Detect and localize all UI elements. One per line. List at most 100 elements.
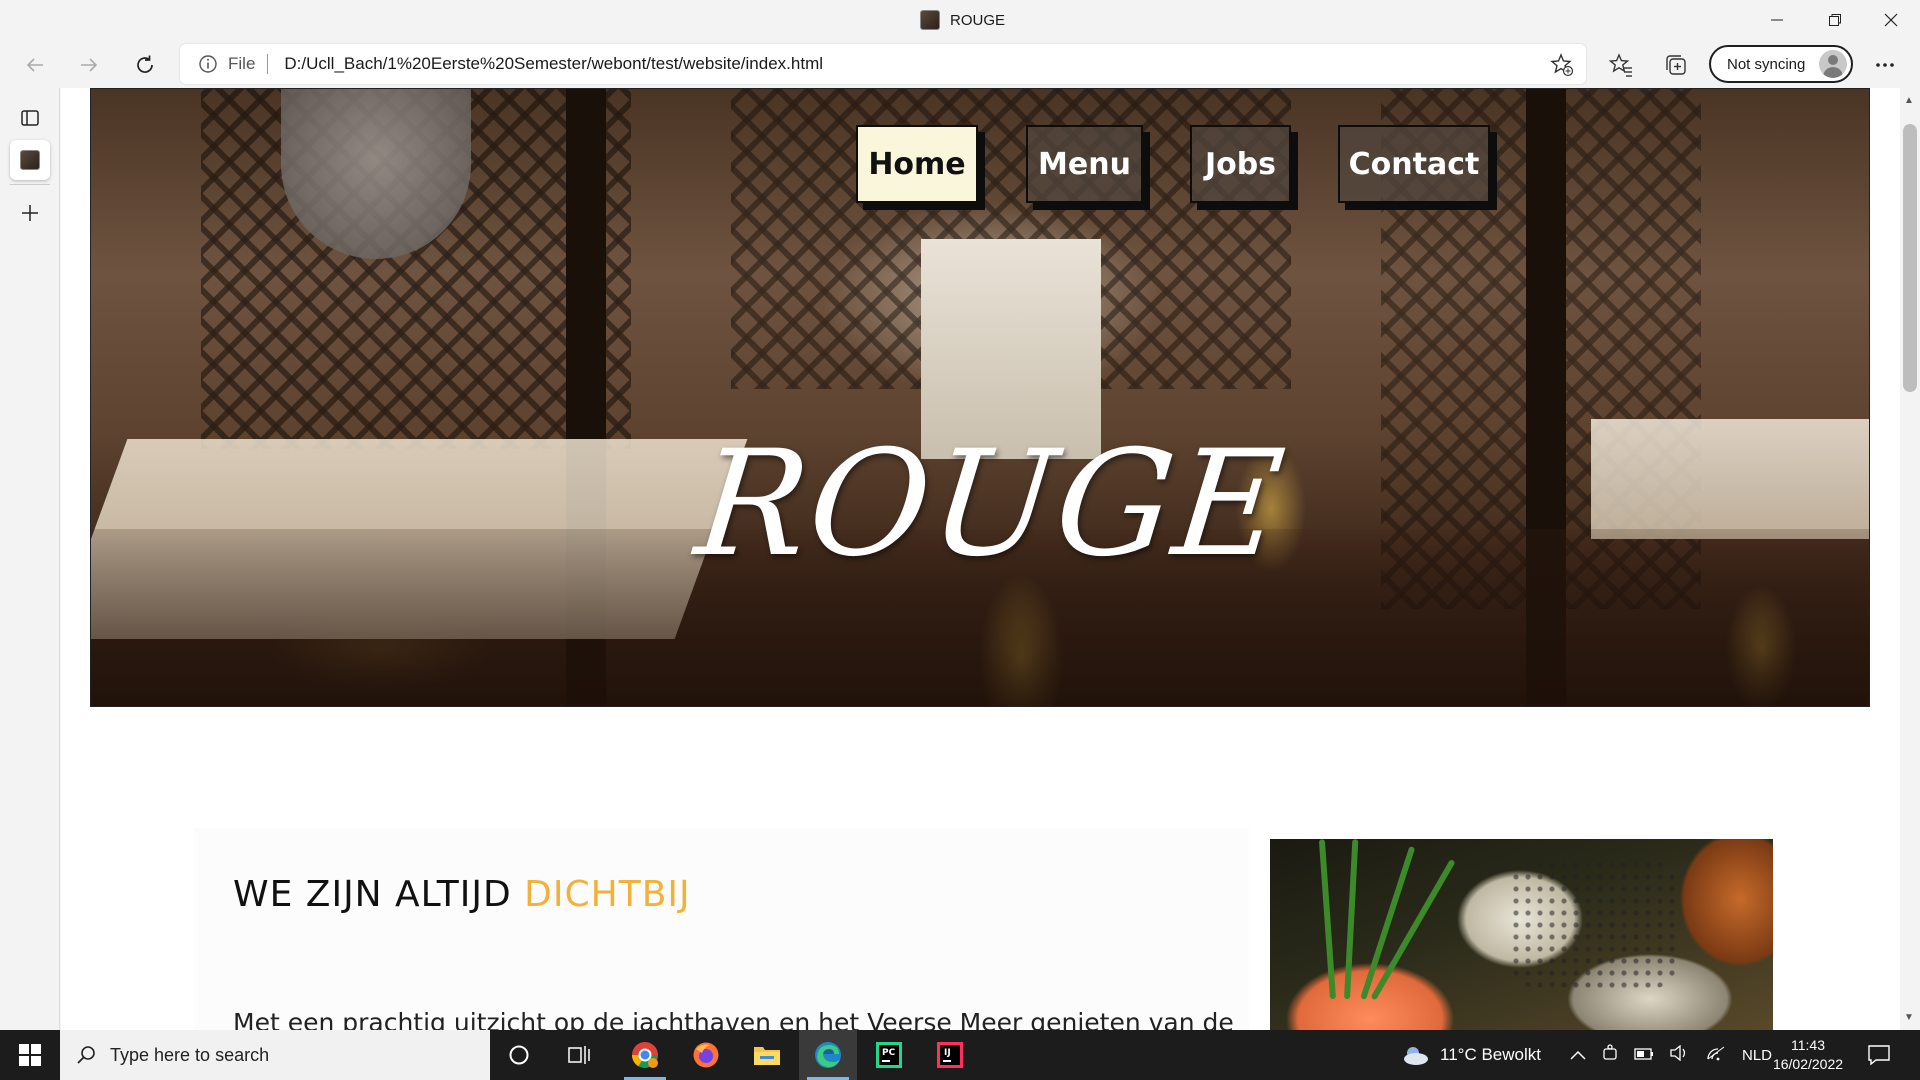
address-bar[interactable]: File D:/Ucll_Bach/1%20Eerste%20Semester/… (180, 44, 1586, 84)
clock-date: 16/02/2022 (1772, 1056, 1844, 1072)
notification-icon (1868, 1045, 1890, 1065)
restore-button[interactable] (1806, 0, 1864, 40)
tray-overflow-chevron-icon[interactable] (1570, 1045, 1586, 1065)
taskbar-firefox[interactable] (677, 1030, 735, 1080)
close-button[interactable] (1862, 0, 1920, 40)
food-sesame-texture (1510, 859, 1680, 989)
food-image (1270, 839, 1773, 1030)
settings-more-button[interactable] (1870, 50, 1900, 80)
avatar (1819, 50, 1847, 78)
nav-home[interactable]: Home (856, 125, 978, 203)
meet-now-icon[interactable] (1602, 1043, 1618, 1067)
food-chive (1318, 839, 1336, 1000)
cloud-icon (1404, 1047, 1428, 1065)
clock-time: 11:43 (1791, 1037, 1825, 1053)
plus-icon (22, 205, 38, 221)
tab-actions-icon (21, 110, 39, 126)
search-icon (77, 1046, 95, 1064)
tab-favicon-icon (20, 150, 40, 170)
food-chive (1344, 839, 1359, 1000)
chrome-icon (631, 1042, 658, 1068)
windows-taskbar: Type here to search PC IJ 11°C Bewolkt N… (0, 1030, 1920, 1080)
address-separator (267, 54, 269, 74)
vertical-tab-strip (0, 88, 60, 1030)
tab-rouge[interactable] (10, 140, 50, 180)
intellij-icon: IJ (937, 1042, 963, 1068)
refresh-button[interactable] (130, 50, 160, 80)
more-dots-icon (1876, 63, 1894, 67)
volume-icon[interactable] (1670, 1044, 1690, 1066)
scrollbar-thumb[interactable] (1903, 124, 1917, 392)
cortana-circle-icon (509, 1045, 529, 1065)
taskbar-file-explorer[interactable] (738, 1030, 796, 1080)
browser-toolbar: File D:/Ucll_Bach/1%20Eerste%20Semester/… (0, 40, 1920, 88)
weather-text: 11°C Bewolkt (1440, 1045, 1541, 1064)
tab-actions-button[interactable] (10, 98, 50, 138)
folder-icon (754, 1047, 780, 1065)
task-view-button[interactable] (551, 1030, 609, 1080)
weather-widget[interactable]: 11°C Bewolkt (1400, 1030, 1541, 1080)
taskbar-chrome[interactable] (616, 1030, 674, 1080)
taskbar-edge[interactable] (799, 1030, 857, 1080)
taskbar-pycharm[interactable]: PC (860, 1030, 918, 1080)
close-icon (1884, 13, 1898, 27)
battery-icon[interactable] (1634, 1045, 1654, 1065)
tab-divider (10, 184, 50, 185)
cortana-button[interactable] (490, 1030, 548, 1080)
minimize-icon (1771, 19, 1783, 21)
back-arrow-icon (26, 58, 43, 72)
nav-jobs[interactable]: Jobs (1190, 125, 1291, 203)
scroll-down-arrow-icon[interactable]: ▼ (1904, 1012, 1914, 1023)
pycharm-icon: PC (876, 1042, 902, 1068)
restore-icon (1829, 14, 1841, 26)
wifi-icon[interactable] (1706, 1045, 1726, 1066)
windows-logo-icon (19, 1044, 41, 1066)
url-text[interactable]: D:/Ucll_Bach/1%20Eerste%20Semester/webon… (284, 54, 823, 74)
hero-table-right (1591, 419, 1869, 539)
address-prefix: File (228, 54, 256, 73)
section-heading: WE ZIJN ALTIJD DICHTBIJ (233, 874, 691, 915)
window-title-text: ROUGE (950, 11, 1006, 29)
page-viewport: Home Menu Jobs Contact ROUGE WE ZIJN ALT… (61, 88, 1900, 1030)
search-placeholder: Type here to search (110, 1044, 270, 1065)
taskbar-search-box[interactable]: Type here to search (60, 1030, 490, 1080)
tab-favicon-icon (920, 10, 940, 30)
profile-sync-button[interactable]: Not syncing (1709, 45, 1853, 83)
forward-button[interactable] (74, 50, 104, 80)
action-center-button[interactable] (1850, 1030, 1908, 1080)
refresh-icon (137, 55, 153, 73)
favorites-button[interactable] (1606, 50, 1636, 80)
firefox-icon (693, 1042, 719, 1068)
back-button[interactable] (20, 50, 50, 80)
system-tray: NLD (1570, 1030, 1772, 1080)
favorites-icon (1609, 53, 1632, 77)
scroll-up-arrow-icon[interactable]: ▲ (1904, 95, 1914, 106)
hero-banner: Home Menu Jobs Contact ROUGE (90, 88, 1870, 707)
task-view-icon (568, 1046, 590, 1064)
heading-accent: DICHTBIJ (524, 874, 691, 915)
site-info[interactable]: File (198, 54, 255, 74)
taskbar-clock[interactable]: 11:43 16/02/2022 (1760, 1036, 1856, 1074)
sync-label: Not syncing (1727, 55, 1806, 73)
info-icon (199, 55, 217, 73)
brand-logo-text: ROUGE (689, 419, 1293, 589)
collections-button[interactable] (1661, 50, 1691, 80)
star-add-icon (1550, 53, 1574, 77)
taskbar-intellij[interactable]: IJ (921, 1030, 979, 1080)
edge-icon (815, 1042, 841, 1068)
window-title: ROUGE (920, 10, 1005, 30)
minimize-button[interactable] (1748, 0, 1806, 40)
new-tab-button[interactable] (10, 193, 50, 233)
nav-contact[interactable]: Contact (1338, 125, 1490, 203)
forward-arrow-icon (81, 58, 98, 72)
svg-text:PC: PC (882, 1048, 896, 1058)
intro-card (194, 828, 1249, 1030)
section-paragraph: Met een prachtig uitzicht op de jachthav… (233, 1008, 1234, 1030)
start-button[interactable] (0, 1030, 60, 1080)
heading-main: WE ZIJN ALTIJD (233, 874, 525, 915)
collections-icon (1666, 55, 1686, 75)
nav-menu[interactable]: Menu (1026, 125, 1143, 203)
svg-text:IJ: IJ (944, 1048, 951, 1058)
add-favorite-button[interactable] (1550, 53, 1574, 82)
title-bar: ROUGE (0, 0, 1920, 40)
